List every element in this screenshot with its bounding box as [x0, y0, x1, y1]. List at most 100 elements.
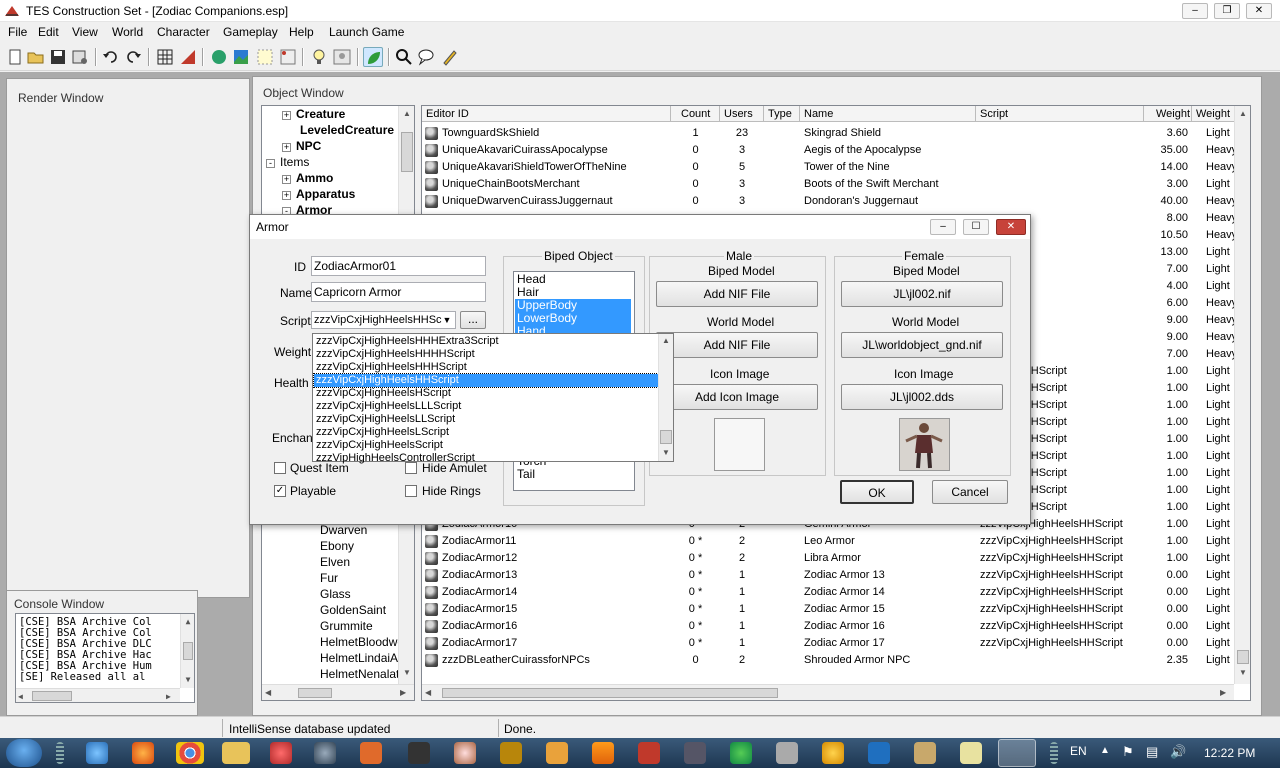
- chrome-icon[interactable]: [176, 742, 204, 764]
- speech-bubble-icon[interactable]: [416, 47, 436, 67]
- scroll-left-arrow-icon[interactable]: ◀: [265, 688, 271, 697]
- id-field[interactable]: ZodiacArmor01: [311, 256, 486, 276]
- menu-file[interactable]: File: [8, 25, 27, 39]
- script-option[interactable]: zzzVipCxjHighHeelsHHScript: [313, 373, 659, 388]
- landscape-icon[interactable]: [231, 47, 251, 67]
- table-row[interactable]: UniqueAkavariCuirassApocalypse 0 3 Aegis of…: [422, 142, 1238, 159]
- scroll-up-arrow-icon[interactable]: ▲: [182, 616, 194, 627]
- biped-slot-item[interactable]: UpperBody: [515, 299, 631, 312]
- script-option[interactable]: zzzVipCxjHighHeelsHHHHScript: [314, 348, 658, 361]
- scroll-thumb[interactable]: [442, 688, 778, 698]
- quest-item-checkbox[interactable]: [274, 462, 286, 474]
- column-header-script[interactable]: Script: [976, 106, 1144, 122]
- menu-world[interactable]: World: [112, 25, 143, 39]
- steam-icon[interactable]: [314, 742, 336, 764]
- power-icon[interactable]: [270, 742, 292, 764]
- table-row[interactable]: UniqueDwarvenCuirassJuggernaut 0 3 Dondoran…: [422, 193, 1238, 210]
- scroll-down-arrow-icon[interactable]: ▼: [1237, 668, 1249, 677]
- dialog-maximize-button[interactable]: ☐: [963, 219, 989, 235]
- script-option[interactable]: zzzVipCxjHighHeelsHHHExtra3Script: [314, 335, 658, 348]
- scroll-left-arrow-icon[interactable]: ◀: [18, 691, 23, 702]
- tree-node[interactable]: HelmetLindaiAy: [320, 651, 398, 665]
- clock[interactable]: 12:22 PM: [1204, 746, 1255, 760]
- scroll-thumb[interactable]: [660, 430, 672, 444]
- script-option[interactable]: zzzVipCxjHighHeelsLLScript: [314, 413, 658, 426]
- tree-node[interactable]: NPC: [296, 139, 321, 153]
- app-icon[interactable]: [776, 742, 798, 764]
- light-bulb-icon[interactable]: [309, 47, 329, 67]
- app-icon[interactable]: [408, 742, 430, 764]
- tree-hscrollbar[interactable]: ◀ ▶: [262, 684, 414, 700]
- tree-node[interactable]: Creature: [296, 107, 345, 121]
- table-row[interactable]: ZodiacArmor14 0 * 1 Zodiac Armor 14 zzzVipCx…: [422, 584, 1238, 601]
- fog-icon[interactable]: [278, 47, 298, 67]
- tree-expander-icon[interactable]: -: [266, 159, 275, 168]
- console-hscrollbar[interactable]: ◀ ▶: [16, 688, 180, 702]
- column-header-count[interactable]: Count: [671, 106, 720, 122]
- tree-node[interactable]: Dwarven: [320, 523, 398, 537]
- scroll-right-arrow-icon[interactable]: ▶: [1220, 688, 1226, 697]
- tree-node[interactable]: LeveledCreature: [300, 123, 394, 137]
- sky-icon[interactable]: [332, 47, 352, 67]
- preferences-icon[interactable]: [70, 47, 90, 67]
- female-biped-model-button[interactable]: JL\jl002.nif: [841, 281, 1003, 307]
- tree-node[interactable]: GoldenSaint: [320, 603, 398, 617]
- table-row[interactable]: ZodiacArmor15 0 * 1 Zodiac Armor 15 zzzVipCx…: [422, 601, 1238, 618]
- app-icon[interactable]: [914, 742, 936, 764]
- tree-node[interactable]: Fur: [320, 571, 398, 585]
- hide-rings-checkbox[interactable]: [405, 485, 417, 497]
- biped-slot-item[interactable]: Head: [515, 273, 631, 286]
- biped-slot-item[interactable]: LowerBody: [515, 312, 631, 325]
- leaf-toggle-icon[interactable]: [363, 47, 383, 67]
- world-icon[interactable]: [209, 47, 229, 67]
- script-option[interactable]: zzzVipCxjHighHeelsScript: [314, 439, 658, 452]
- tree-node[interactable]: HelmetBloodwor: [320, 635, 398, 649]
- scroll-thumb[interactable]: [298, 688, 332, 698]
- angle-snap-icon[interactable]: [178, 47, 198, 67]
- new-file-icon[interactable]: [5, 47, 25, 67]
- volume-icon[interactable]: 🔊: [1170, 744, 1186, 760]
- app-icon[interactable]: [960, 742, 982, 764]
- close-button[interactable]: ✕: [1246, 3, 1272, 19]
- minimize-button[interactable]: –: [1182, 3, 1208, 19]
- biped-slot-item[interactable]: Tail: [515, 468, 631, 481]
- console-vscrollbar[interactable]: ▲ ▼: [180, 614, 194, 688]
- path-grid-icon[interactable]: [255, 47, 275, 67]
- scroll-down-arrow-icon[interactable]: ▼: [182, 674, 194, 685]
- dialog-close-button[interactable]: ✕: [996, 219, 1026, 235]
- pencil-icon[interactable]: [440, 47, 460, 67]
- internet-explorer-icon[interactable]: [86, 742, 108, 764]
- scroll-right-arrow-icon[interactable]: ▶: [400, 688, 406, 697]
- menu-help[interactable]: Help: [289, 25, 314, 39]
- app-icon[interactable]: [360, 742, 382, 764]
- menu-gameplay[interactable]: Gameplay: [223, 25, 278, 39]
- tes-construction-set-taskbar-button[interactable]: [998, 739, 1036, 767]
- tree-expander-icon[interactable]: +: [282, 143, 291, 152]
- flag-icon[interactable]: ⚑: [1122, 744, 1134, 760]
- table-row[interactable]: ZodiacArmor11 0 * 2 Leo Armor zzzVipCxjHighH…: [422, 533, 1238, 550]
- tree-expander-icon[interactable]: +: [282, 111, 291, 120]
- chevron-down-icon[interactable]: ▼: [440, 312, 454, 328]
- scroll-thumb[interactable]: [401, 132, 413, 172]
- scroll-up-arrow-icon[interactable]: ▲: [660, 336, 672, 345]
- app-icon[interactable]: [730, 742, 752, 764]
- column-header-editor-id[interactable]: Editor ID: [422, 106, 671, 122]
- menu-character[interactable]: Character: [157, 25, 210, 39]
- female-world-model-button[interactable]: JL\worldobject_gnd.nif: [841, 332, 1003, 358]
- undo-icon[interactable]: [101, 47, 121, 67]
- list-hscrollbar[interactable]: ◀ ▶: [422, 684, 1234, 700]
- app-icon[interactable]: [454, 742, 476, 764]
- show-hidden-icons-icon[interactable]: ▲: [1100, 745, 1110, 756]
- open-folder-icon[interactable]: [26, 47, 46, 67]
- scroll-up-arrow-icon[interactable]: ▲: [401, 109, 413, 118]
- save-icon[interactable]: [48, 47, 68, 67]
- menu-edit[interactable]: Edit: [38, 25, 59, 39]
- grid-icon[interactable]: [155, 47, 175, 67]
- explorer-folder-icon[interactable]: [222, 742, 250, 764]
- scroll-thumb[interactable]: [183, 642, 193, 660]
- tree-node[interactable]: Elven: [320, 555, 398, 569]
- list-vscrollbar[interactable]: ▲ ▼: [1234, 106, 1250, 684]
- tree-node[interactable]: Ebony: [320, 539, 398, 553]
- scroll-down-arrow-icon[interactable]: ▼: [660, 448, 672, 457]
- language-indicator[interactable]: EN: [1070, 744, 1087, 758]
